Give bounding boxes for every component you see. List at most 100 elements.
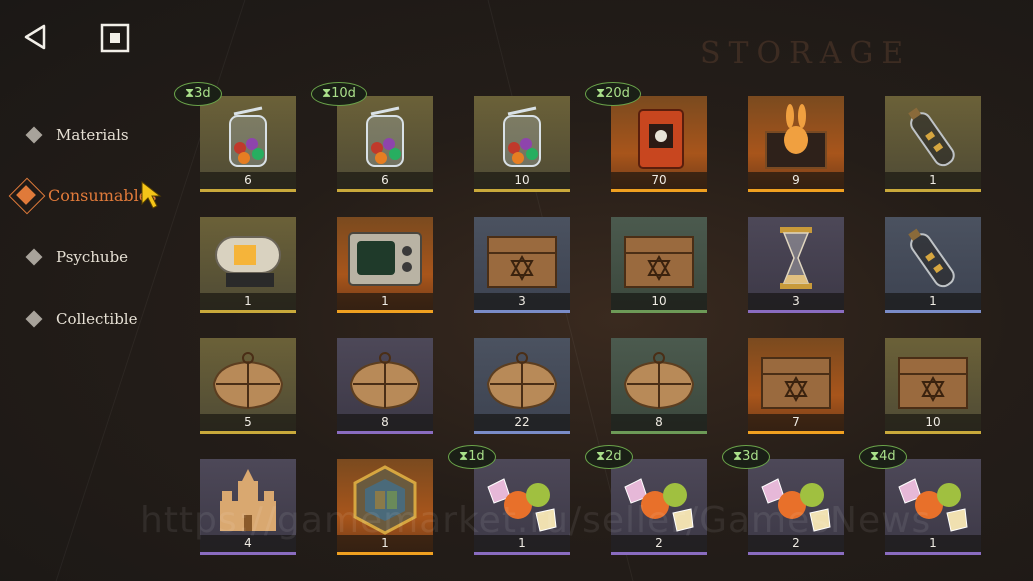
stop-button[interactable] [100,23,130,53]
item-slot-wooden-crate[interactable]: 10 [611,217,707,313]
ticket-book-icon [638,109,684,169]
item-slot-wrapped-parcel[interactable]: 8 [337,338,433,434]
item-count: 10 [474,172,570,189]
item-count: 10 [885,414,981,431]
expiry-timer-badge: ⧗2d [585,445,633,469]
expiry-timer-badge: ⧗4d [859,445,907,469]
rarity-bar [200,189,296,192]
item-slot-wooden-crate[interactable]: 3 [474,217,570,313]
sidebar-item-consumables[interactable]: Consumables [8,177,156,215]
rarity-bar [885,552,981,555]
hourglass-icon [780,227,812,289]
rarity-bar [885,431,981,434]
rarity-bar [885,310,981,313]
item-count: 5 [200,414,296,431]
timer-text: 3d [742,449,759,464]
hourglass-icon: ⧗ [322,86,332,101]
hourglass-icon: ⧗ [733,449,743,464]
expiry-timer-badge: ⧗3d [722,445,770,469]
item-slot-bottle-ship[interactable]: 1 [885,96,981,192]
rarity-bar [748,552,844,555]
item-slot-hourglass[interactable]: 3 [748,217,844,313]
rarity-bar [337,552,433,555]
item-slot-jar-of-candies[interactable]: 10 [474,96,570,192]
bottle-ship-icon [908,107,955,167]
diamond-icon [25,248,43,266]
item-count: 1 [337,293,433,310]
sidebar-item-materials[interactable]: Materials [18,120,129,150]
jar-of-candies-icon [503,106,541,167]
rarity-bar [337,189,433,192]
storage-section-title: STORAGE [700,36,912,71]
wrapped-parcel-icon [212,352,284,410]
wooden-crate-icon [898,357,968,409]
item-count: 8 [611,414,707,431]
rarity-bar [337,431,433,434]
item-slot-wrapped-parcel[interactable]: 22 [474,338,570,434]
rabbit-gift-box-icon [765,104,827,169]
rarity-bar [200,431,296,434]
timer-text: 4d [879,449,896,464]
item-slot-wooden-crate[interactable]: 7 [748,338,844,434]
rarity-bar [200,552,296,555]
diamond-icon [25,126,43,144]
timer-text: 20d [605,86,630,101]
item-count: 6 [337,172,433,189]
item-slot-old-tv[interactable]: 1 [337,217,433,313]
sidebar-item-psychube[interactable]: Psychube [18,242,128,272]
hourglass-icon: ⧗ [185,86,195,101]
item-slot-wooden-crate[interactable]: 10 [885,338,981,434]
item-count: 9 [748,172,844,189]
rarity-bar [748,431,844,434]
sidebar-item-collectible[interactable]: Collectible [18,304,137,334]
old-tv-icon [348,232,422,286]
active-diamond-icon [8,177,46,215]
rarity-bar [748,310,844,313]
back-button[interactable] [20,22,50,52]
wrapped-parcel-icon [486,352,558,410]
wrapped-parcel-icon [623,352,695,410]
wooden-crate-icon [624,236,694,288]
rarity-bar [337,310,433,313]
item-count: 1 [200,293,296,310]
item-slot-rabbit-gift-box[interactable]: 9 [748,96,844,192]
item-slot-jar-of-candies[interactable]: 6 [200,96,296,192]
rarity-bar [885,189,981,192]
item-count: 6 [200,172,296,189]
timer-text: 10d [331,86,356,101]
timer-text: 1d [468,449,485,464]
item-count: 1 [885,172,981,189]
rarity-bar [474,552,570,555]
item-count: 10 [611,293,707,310]
item-slot-wrapped-parcel[interactable]: 5 [200,338,296,434]
rarity-bar [611,431,707,434]
bottle-ship-icon [908,228,955,288]
item-count: 3 [474,293,570,310]
item-count: 7 [748,414,844,431]
timer-text: 3d [194,86,211,101]
item-slot-jar-of-candies[interactable]: 6 [337,96,433,192]
watermark-text: https://gamemarket.ru/seller/GamesNews [140,500,932,541]
item-slot-capsule-machine[interactable]: 1 [200,217,296,313]
sidebar-item-label: Collectible [56,310,138,328]
wooden-crate-icon [487,236,557,288]
hourglass-icon: ⧗ [596,86,606,101]
item-slot-wrapped-parcel[interactable]: 8 [611,338,707,434]
rarity-bar [611,189,707,192]
mouse-cursor-icon [141,180,162,209]
rarity-bar [474,431,570,434]
timer-text: 2d [605,449,622,464]
item-count: 3 [748,293,844,310]
item-slot-ticket-book[interactable]: 70 [611,96,707,192]
stop-square-icon [100,23,130,53]
capsule-machine-icon [215,236,281,287]
hourglass-icon: ⧗ [596,449,606,464]
expiry-timer-badge: ⧗1d [448,445,496,469]
rarity-bar [611,552,707,555]
item-count: 22 [474,414,570,431]
jar-of-candies-icon [229,106,267,167]
rarity-bar [748,189,844,192]
expiry-timer-badge: ⧗10d [311,82,367,106]
hourglass-icon: ⧗ [459,449,469,464]
item-slot-bottle-ship[interactable]: 1 [885,217,981,313]
